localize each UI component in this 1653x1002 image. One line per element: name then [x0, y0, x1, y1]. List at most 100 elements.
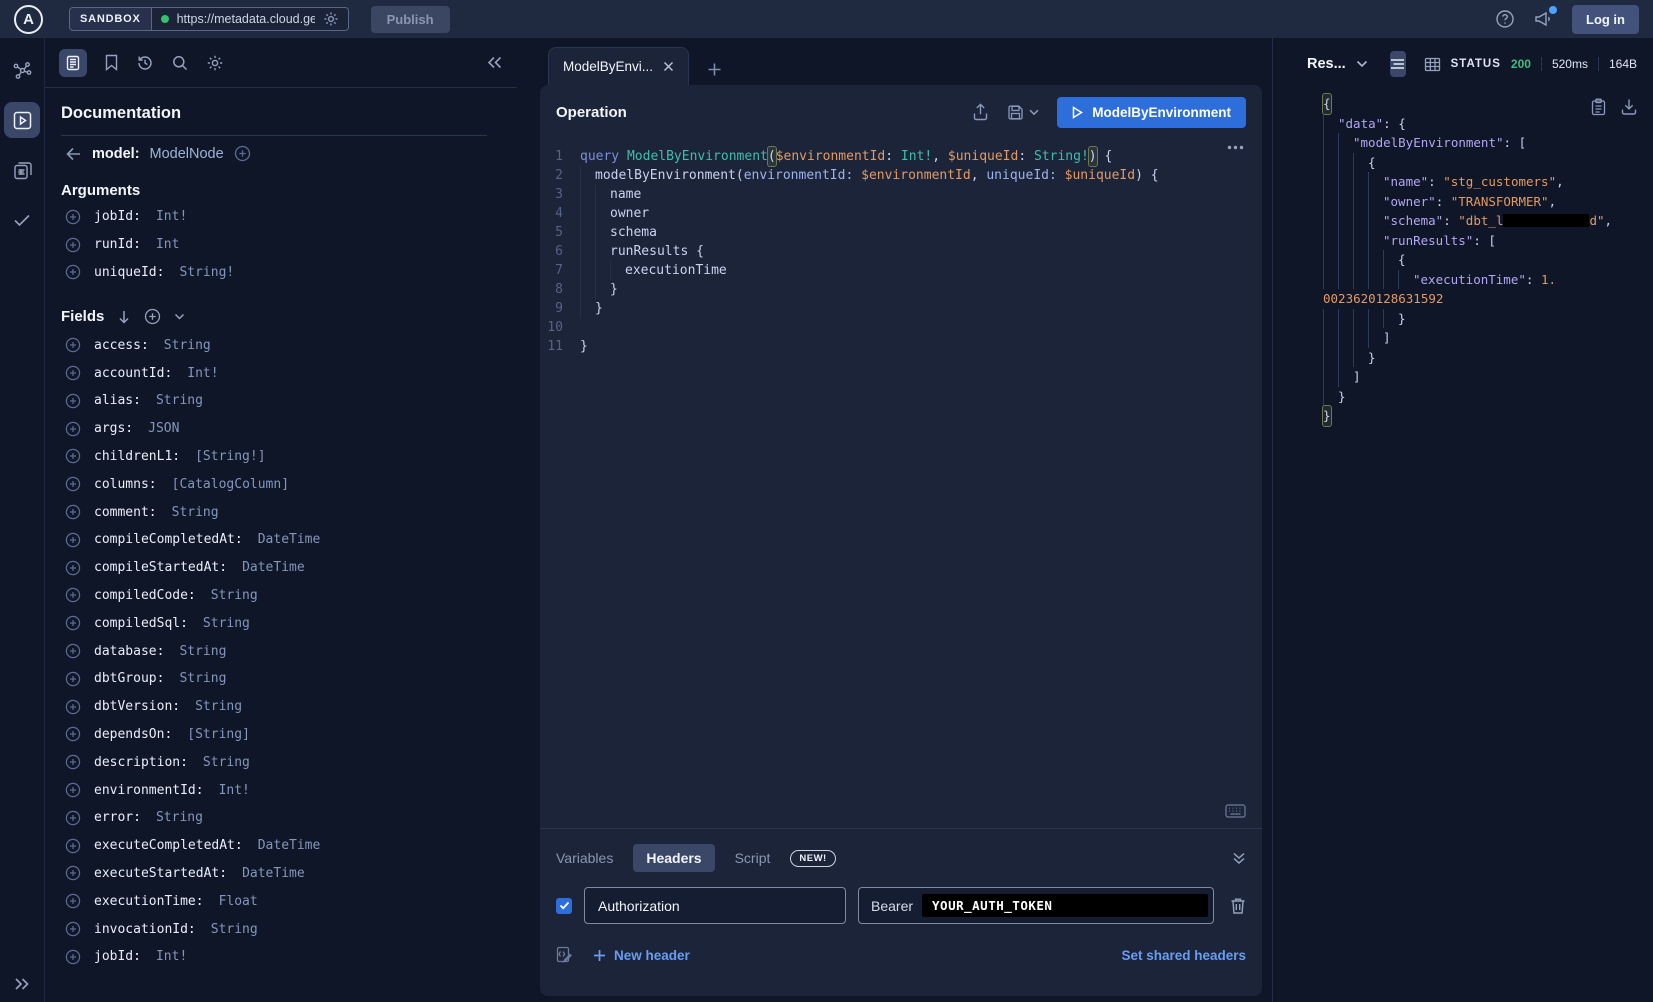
add-field-icon[interactable]	[65, 448, 81, 464]
header-value-input[interactable]: Bearer YOUR_AUTH_TOKEN	[858, 887, 1214, 924]
field-name[interactable]: columns:	[94, 477, 157, 492]
field-type[interactable]: DateTime	[258, 838, 321, 853]
add-field-icon[interactable]	[65, 921, 81, 937]
expand-rail-icon[interactable]	[13, 976, 31, 992]
code-line[interactable]: 9}	[540, 299, 1262, 318]
code-line[interactable]: 5schema	[540, 223, 1262, 242]
field-name[interactable]: database:	[94, 644, 164, 659]
bookmarks-icon[interactable]	[104, 54, 119, 71]
fields-options-chevron-icon[interactable]	[174, 313, 185, 321]
tab-script[interactable]: Script	[735, 850, 771, 866]
code-line[interactable]: 3name	[540, 185, 1262, 204]
add-field-icon[interactable]	[65, 209, 81, 225]
rail-changelog-icon[interactable]	[4, 152, 40, 188]
settings-gear-icon[interactable]	[206, 54, 224, 72]
set-shared-headers-link[interactable]: Set shared headers	[1121, 948, 1246, 963]
operation-tab[interactable]: ModelByEnvi...	[548, 47, 689, 85]
publish-button[interactable]: Publish	[371, 6, 450, 33]
field-name[interactable]: compiledCode:	[94, 588, 196, 603]
tab-variables[interactable]: Variables	[556, 850, 613, 866]
login-button[interactable]: Log in	[1572, 5, 1639, 34]
add-field-icon[interactable]	[65, 504, 81, 520]
endpoint-url-input[interactable]: https://metadata.cloud.getd	[152, 7, 349, 31]
add-field-icon[interactable]	[65, 893, 81, 909]
add-field-icon[interactable]	[65, 337, 81, 353]
header-enabled-checkbox[interactable]	[556, 898, 572, 914]
field-name[interactable]: dbtVersion:	[94, 699, 180, 714]
field-type[interactable]: String	[172, 505, 219, 520]
add-field-icon[interactable]	[65, 949, 81, 965]
field-type[interactable]: String	[156, 810, 203, 825]
field-name[interactable]: compiledSql:	[94, 616, 188, 631]
field-name[interactable]: compileCompletedAt:	[94, 532, 243, 547]
field-type[interactable]: Float	[219, 894, 258, 909]
field-type[interactable]: String	[156, 393, 203, 408]
field-type[interactable]: DateTime	[258, 532, 321, 547]
tab-headers[interactable]: Headers	[633, 844, 714, 872]
search-icon[interactable]	[171, 54, 189, 72]
add-field-icon[interactable]	[65, 264, 81, 280]
field-name[interactable]: jobId:	[94, 949, 141, 964]
field-type[interactable]: String!	[179, 265, 234, 280]
add-type-icon[interactable]	[234, 145, 251, 162]
field-type[interactable]: Int	[156, 237, 179, 252]
add-field-icon[interactable]	[65, 587, 81, 603]
help-icon[interactable]	[1495, 9, 1515, 29]
code-line[interactable]: 6runResults {	[540, 242, 1262, 261]
field-name[interactable]: dependsOn:	[94, 727, 172, 742]
field-name[interactable]: error:	[94, 810, 141, 825]
rail-graph-icon[interactable]	[4, 52, 40, 88]
add-field-icon[interactable]	[65, 810, 81, 826]
response-dropdown-chevron-icon[interactable]	[1356, 60, 1368, 68]
field-name[interactable]: jobId:	[94, 209, 141, 224]
header-name-input[interactable]: Authorization	[584, 887, 846, 924]
add-field-icon[interactable]	[65, 865, 81, 881]
delete-header-icon[interactable]	[1230, 897, 1246, 915]
code-line[interactable]: 11}	[540, 337, 1262, 356]
rail-checks-icon[interactable]	[4, 202, 40, 238]
add-field-icon[interactable]	[65, 476, 81, 492]
field-type[interactable]: String	[195, 699, 242, 714]
raw-view-toggle-icon[interactable]	[1390, 51, 1406, 77]
add-field-icon[interactable]	[65, 671, 81, 687]
history-icon[interactable]	[136, 54, 154, 72]
add-field-icon[interactable]	[65, 754, 81, 770]
add-field-icon[interactable]	[65, 726, 81, 742]
field-name[interactable]: alias:	[94, 393, 141, 408]
field-type[interactable]: [String]	[187, 727, 250, 742]
add-field-icon[interactable]	[65, 782, 81, 798]
field-name[interactable]: dbtGroup:	[94, 671, 164, 686]
code-line[interactable]: 4owner	[540, 204, 1262, 223]
new-tab-icon[interactable]	[707, 62, 722, 77]
sort-fields-icon[interactable]	[117, 309, 131, 325]
code-line[interactable]: 2modelByEnvironment(environmentId: $envi…	[540, 166, 1262, 185]
share-operation-icon[interactable]	[972, 103, 989, 121]
field-name[interactable]: invocationId:	[94, 922, 196, 937]
code-line[interactable]: 7executionTime	[540, 261, 1262, 280]
field-type[interactable]: DateTime	[242, 866, 305, 881]
field-type[interactable]: String	[179, 671, 226, 686]
breadcrumb-type-link[interactable]: ModelNode	[150, 146, 224, 162]
add-all-fields-icon[interactable]	[144, 308, 161, 325]
field-type[interactable]: String	[203, 755, 250, 770]
field-type[interactable]: Int!	[156, 949, 187, 964]
download-response-icon[interactable]	[1621, 98, 1637, 116]
field-name[interactable]: access:	[94, 338, 149, 353]
add-field-icon[interactable]	[65, 421, 81, 437]
field-name[interactable]: environmentId:	[94, 783, 204, 798]
collapse-docs-icon[interactable]	[486, 55, 503, 70]
field-type[interactable]: String	[211, 922, 258, 937]
close-tab-icon[interactable]	[663, 61, 674, 72]
code-line[interactable]: 10	[540, 318, 1262, 337]
field-name[interactable]: description:	[94, 755, 188, 770]
add-field-icon[interactable]	[65, 560, 81, 576]
field-type[interactable]: Int!	[156, 209, 187, 224]
code-line[interactable]: 8}	[540, 280, 1262, 299]
field-type[interactable]: DateTime	[242, 560, 305, 575]
field-type[interactable]: String	[164, 338, 211, 353]
add-field-icon[interactable]	[65, 237, 81, 253]
back-arrow-icon[interactable]	[65, 147, 82, 161]
endpoint-settings-gear-icon[interactable]	[323, 11, 339, 27]
field-type[interactable]: String	[203, 616, 250, 631]
field-name[interactable]: accountId:	[94, 366, 172, 381]
